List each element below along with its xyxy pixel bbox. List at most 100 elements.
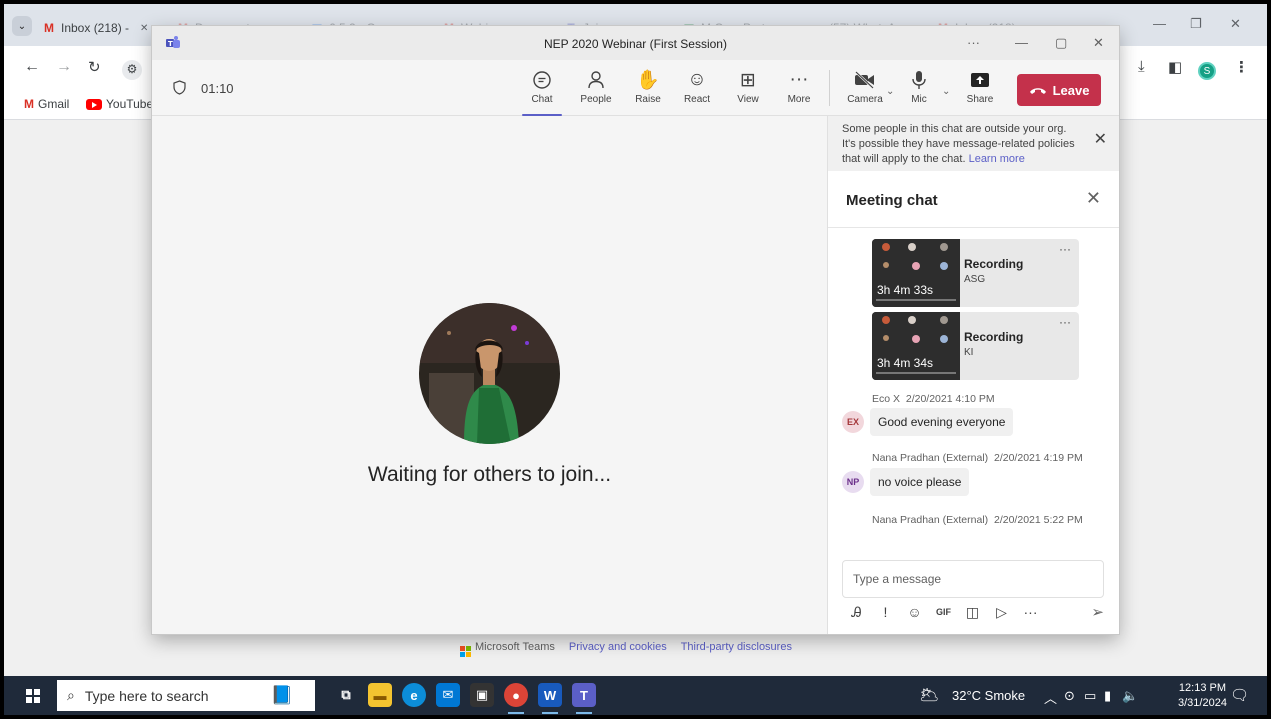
volume-icon[interactable]: 🔈 [1122,688,1138,704]
mic-options-chevron-icon[interactable]: ⌄ [942,86,950,97]
word-icon[interactable]: W [538,683,562,714]
emoji-icon[interactable]: ☺ [900,604,929,620]
chat-message: EX Good evening everyone [842,408,1014,436]
teams-taskbar-icon[interactable]: T [572,683,596,714]
meeting-timer: 01:10 [201,81,234,96]
store-icon[interactable]: ▣ [470,683,494,707]
gif-icon[interactable]: GIF [929,607,958,617]
learn-more-link[interactable]: Learn more [969,153,1025,165]
mic-tray-icon[interactable]: ▮ [1104,688,1111,704]
important-icon[interactable]: ! [871,604,900,620]
more-button[interactable]: ··· More [776,68,822,105]
restore-icon[interactable]: ❐ [1190,16,1202,32]
windows-start-icon[interactable] [26,689,40,703]
leave-button-label: Leave [1052,82,1090,98]
share-icon [957,68,1003,92]
microsoft-logo-icon [460,646,471,657]
recording-more-icon[interactable]: ··· [1059,315,1071,329]
shield-icon [173,80,186,95]
weather-text[interactable]: 32°C Smoke [952,688,1025,703]
system-clock[interactable]: 12:13 PM 3/31/2024 [1178,681,1227,711]
notifications-icon[interactable]: 🗨 [1230,686,1249,704]
sticker-icon[interactable]: ◫ [958,604,987,621]
compose-toolbar: Ꭿ ! ☺ GIF ◫ ▷ ··· ➢ [842,603,1104,622]
hand-icon: ✋ [636,70,660,91]
recording-more-icon[interactable]: ··· [1059,242,1071,256]
close-window-icon[interactable]: ✕ [1230,16,1241,32]
taskbar-search-placeholder: Type here to search [84,687,209,704]
reload-icon[interactable]: ↻ [88,58,101,76]
site-info-icon[interactable]: ⚙ [122,60,142,80]
forward-arrow-icon[interactable]: → [56,58,72,76]
recording-card[interactable]: 3h 4m 33s Recording ASG ··· [872,239,1079,307]
recording-thumbnail: 3h 4m 34s [872,312,960,380]
toolbar-divider [829,70,830,106]
chrome-menu-icon[interactable]: ⋮ [1234,58,1249,76]
network-icon[interactable]: ▭ [1084,688,1096,704]
more-options-icon[interactable]: ··· [1016,604,1045,620]
side-panel-icon[interactable]: ◧ [1168,58,1182,76]
camera-button[interactable]: Camera [842,68,888,105]
message-sender: Eco X [872,393,901,405]
leave-button[interactable]: Leave [1017,74,1101,106]
privacy-link[interactable]: Privacy and cookies [569,641,667,657]
message-input[interactable]: Type a message [842,560,1104,598]
minimize-icon[interactable]: — [1015,35,1028,50]
tray-chevron-icon[interactable]: ︿ [1044,688,1057,707]
people-button[interactable]: People [573,68,619,105]
back-arrow-icon[interactable]: ← [24,58,40,76]
search-highlight-icon[interactable]: 📘 [262,683,302,707]
people-button-label: People [580,94,612,105]
recording-duration: 3h 4m 33s [877,283,934,297]
more-button-label: More [787,94,811,105]
message-meta: Eco X 2/20/2021 4:10 PM [872,393,995,405]
chat-title: Meeting chat [846,192,938,209]
meeting-stage: Waiting for others to join... [152,116,827,634]
praise-icon[interactable]: ▷ [987,604,1016,621]
recording-card[interactable]: 3h 4m 34s Recording KI ··· [872,312,1079,380]
meet-now-icon[interactable]: ⊙ [1064,688,1075,704]
view-button[interactable]: ⊞ View [725,68,771,106]
view-button-label: View [737,94,759,105]
camera-options-chevron-icon[interactable]: ⌄ [886,86,894,97]
message-sender: Nana Pradhan (External) [872,452,989,464]
more-options-icon[interactable]: ··· [967,35,980,50]
close-chat-icon[interactable]: ✕ [1086,188,1101,209]
message-time: 2/20/2021 5:22 PM [994,514,1083,526]
mic-button[interactable]: Mic [896,68,942,105]
share-button-label: Share [966,94,994,105]
share-button[interactable]: Share [957,68,1003,105]
recording-thumbnail: 3h 4m 33s [872,239,960,307]
weather-icon: 🌥 [919,687,940,704]
desktop-screen: ⌄ M Inbox (218) - ✕ M Document ▤ 6.5.2 -… [4,4,1267,715]
notice-text: Some people in this chat are outside you… [842,123,1075,165]
tab-search-button[interactable]: ⌄ [12,16,32,36]
gmail-icon: M [44,21,54,35]
message-time: 2/20/2021 4:10 PM [905,393,995,405]
edge-icon[interactable]: e [402,683,426,707]
react-button[interactable]: ☺ React [674,68,720,105]
sender-avatar[interactable]: EX [842,411,864,433]
browser-tab[interactable]: M Inbox (218) - ✕ [42,18,148,38]
close-tab-icon[interactable]: ✕ [140,23,148,34]
close-icon[interactable]: ✕ [1093,35,1104,51]
chat-button[interactable]: Chat [519,68,565,116]
profile-avatar[interactable]: S [1198,62,1216,80]
sender-avatar[interactable]: NP [842,471,864,493]
search-icon: ⌕ [67,687,75,703]
minimize-icon[interactable]: — [1153,16,1166,31]
task-view-icon[interactable]: ⧉ [334,683,358,707]
format-icon[interactable]: Ꭿ [842,604,871,621]
disclosures-link[interactable]: Third-party disclosures [681,641,792,657]
maximize-icon[interactable]: ▢ [1055,35,1067,51]
mail-icon[interactable]: ✉ [436,683,460,707]
send-icon[interactable]: ➢ [1091,603,1104,621]
windows-taskbar: ⌕ Type here to search 📘 ⧉ ▬ e ✉ ▣ ● W T … [4,676,1267,715]
download-icon[interactable]: ⤓ [1138,58,1145,75]
raise-hand-button[interactable]: ✋ Raise [625,68,671,105]
chrome-icon[interactable]: ● [504,683,528,714]
close-notice-icon[interactable]: ✕ [1094,132,1107,148]
bookmark-youtube[interactable]: YouTube [86,97,153,111]
file-explorer-icon[interactable]: ▬ [368,683,392,707]
bookmark-gmail[interactable]: M Gmail [24,97,69,111]
